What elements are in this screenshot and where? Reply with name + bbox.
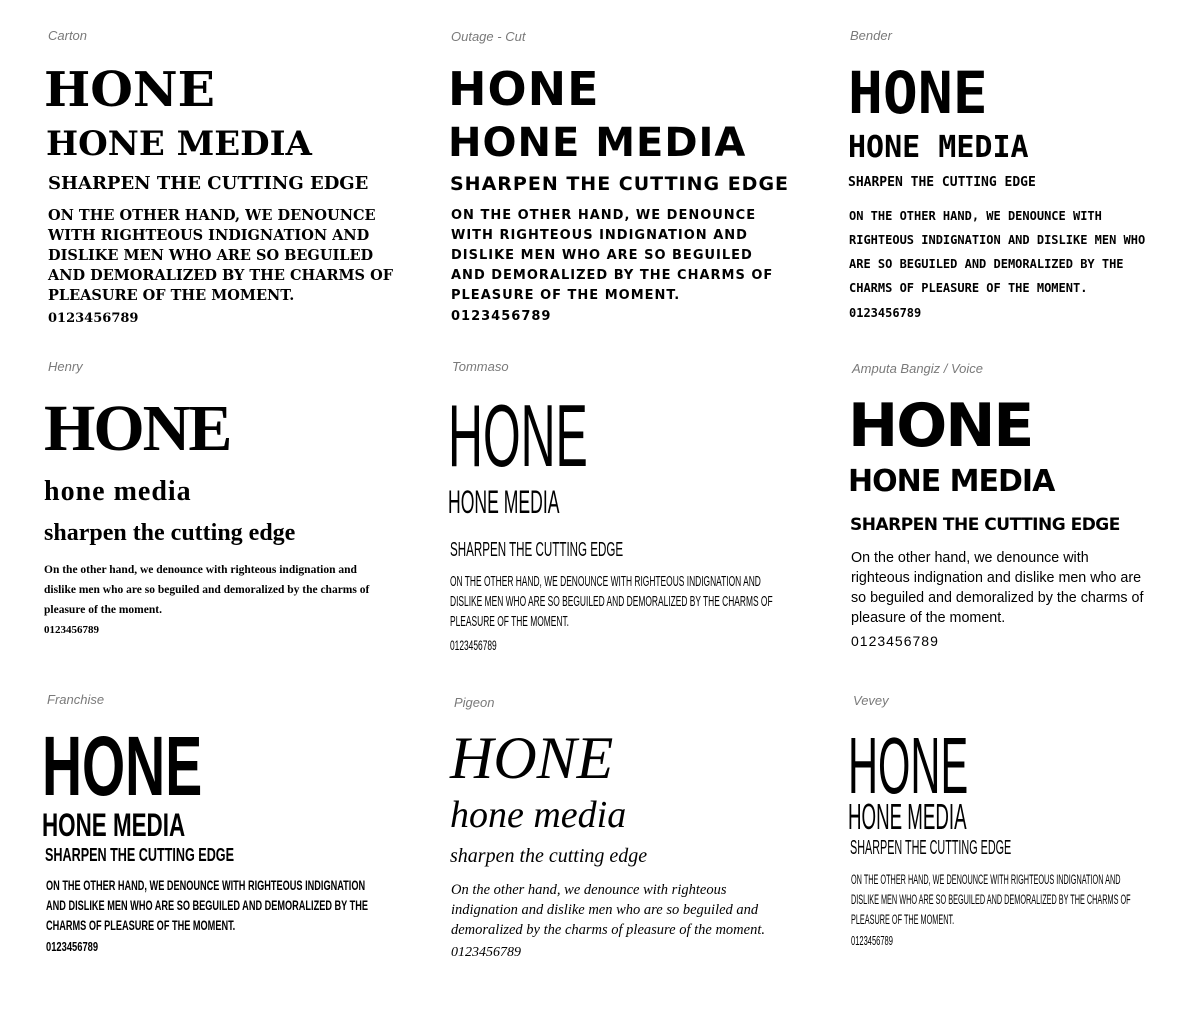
specimen-carton: Carton HONE HONE MEDIA SHARPEN THE CUTTI… <box>44 28 404 348</box>
specimen-amputa-bangiz-voice: Amputa Bangiz / Voice HONE HONE MEDIA SH… <box>848 358 1200 678</box>
tagline-sample: SHARPEN THE CUTTING EDGE <box>848 175 1036 190</box>
brand-sample: HONE MEDIA <box>848 130 1029 165</box>
digits-sample: 0123456789 <box>451 945 521 960</box>
paragraph-sample: On the other hand, we denounce with righ… <box>46 878 368 933</box>
specimen-henry: Henry HONE hone media sharpen the cuttin… <box>44 358 404 678</box>
display-sample: HONE <box>44 392 232 465</box>
font-name-label: Henry <box>48 359 83 374</box>
paragraph-sample: ON THE OTHER HAND, WE DENOUNCE WITH RIGH… <box>450 574 773 630</box>
specimen-pigeon: Pigeon HONE hone media sharpen the cutti… <box>448 690 808 1010</box>
digits-sample: 0123456789 <box>450 637 497 653</box>
brand-sample: HONE MEDIA <box>448 120 747 166</box>
brand-sample: HONE MEDIA <box>46 124 312 164</box>
paragraph-sample: ON THE OTHER HAND, WE DENOUNCE WITH RIGH… <box>849 209 1146 295</box>
paragraph-sample: ON THE OTHER HAND, WE DENOUNCE WITH RIGH… <box>48 207 393 304</box>
font-name-label: Carton <box>48 28 88 43</box>
digits-sample: 0123456789 <box>851 633 939 649</box>
tagline-sample: SHARPEN THE CUTTING EDGE <box>48 173 369 194</box>
specimen-bender: Bender HONE HONE MEDIA SHARPEN THE CUTTI… <box>848 28 1200 348</box>
paragraph-sample: ON THE OTHER HAND, WE DENOUNCE WITH RIGH… <box>451 208 774 303</box>
tagline-sample: SHARPEN THE CUTTING EDGE <box>450 539 624 561</box>
brand-sample: HONE MEDIA <box>848 464 1055 499</box>
display-sample: HONE <box>448 386 588 485</box>
specimen-franchise: Franchise HONE HONE MEDIA SHARPEN THE CU… <box>42 690 402 1010</box>
font-name-label: Amputa Bangiz / Voice <box>852 361 984 376</box>
font-name-label: Vevey <box>853 693 889 708</box>
digits-sample: 0123456789 <box>849 306 922 320</box>
tagline-sample: SHARPEN THE CUTTING EDGE <box>850 515 1120 535</box>
specimen-vevey: Vevey HONE HONE MEDIA SHARPEN THE CUTTIN… <box>848 690 1200 1010</box>
brand-sample: HONE MEDIA <box>848 796 967 837</box>
tagline-sample: sharpen the cutting edge <box>44 520 296 546</box>
tagline-sample: SHARPEN THE CUTTING EDGE <box>850 837 1012 859</box>
tagline-sample: SHARPEN THE CUTTING EDGE <box>450 173 790 195</box>
display-sample: HONE <box>848 59 988 127</box>
paragraph-sample: On the other hand, we denounce with righ… <box>44 564 370 616</box>
display-sample: HONE <box>44 62 215 118</box>
paragraph-sample: ON THE OTHER HAND, WE DENOUNCE WITH RIGH… <box>851 872 1131 927</box>
specimen-outage-cut: Outage - Cut HONE HONE MEDIA SHARPEN THE… <box>448 28 808 348</box>
brand-sample: HONE MEDIA <box>448 484 560 520</box>
font-name-label: Pigeon <box>454 695 495 710</box>
brand-sample: hone media <box>450 794 627 836</box>
digits-sample: 0123456789 <box>46 939 99 954</box>
font-name-label: Bender <box>850 28 892 43</box>
display-sample: HONE <box>450 725 614 791</box>
tagline-sample: sharpen the cutting edge <box>450 845 648 867</box>
digits-sample: 0123456789 <box>44 624 99 636</box>
paragraph-sample: On the other hand, we denounce with righ… <box>451 882 765 938</box>
specimen-tommaso: Tommaso HONE HONE MEDIA SHARPEN THE CUTT… <box>448 358 808 678</box>
digits-sample: 0123456789 <box>48 311 139 326</box>
font-name-label: Outage - Cut <box>451 29 526 44</box>
paragraph-sample: On the other hand, we denounce with righ… <box>851 550 1144 626</box>
digits-sample: 0123456789 <box>451 309 552 324</box>
brand-sample: hone media <box>44 476 192 507</box>
font-name-label: Franchise <box>47 692 105 707</box>
tagline-sample: SHARPEN THE CUTTING EDGE <box>45 845 235 865</box>
font-name-label: Tommaso <box>452 359 509 374</box>
display-sample: HONE <box>448 62 600 116</box>
display-sample: HONE <box>42 719 203 813</box>
display-sample: HONE <box>848 391 1034 461</box>
digits-sample: 0123456789 <box>851 933 893 948</box>
display-sample: HONE <box>848 721 969 810</box>
brand-sample: HONE MEDIA <box>42 807 186 843</box>
